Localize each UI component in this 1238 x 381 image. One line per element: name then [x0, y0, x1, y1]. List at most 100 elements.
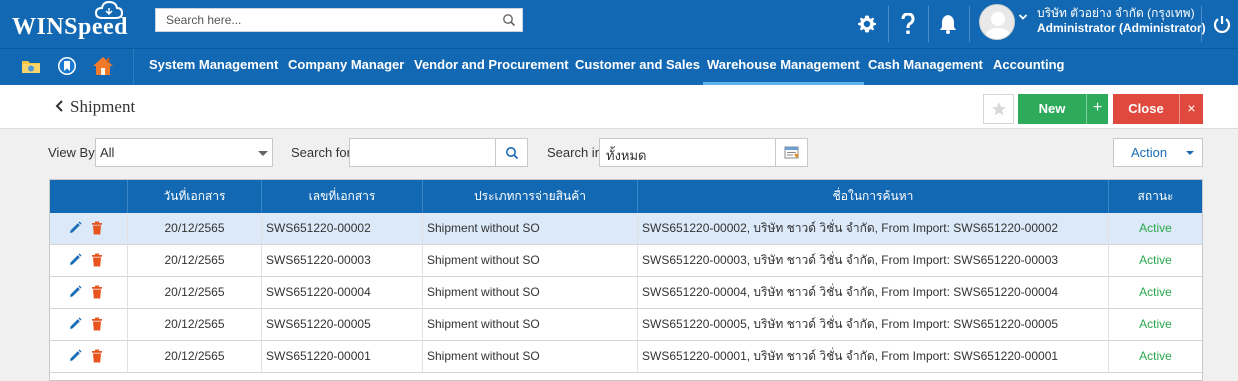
view-by-select[interactable]: All: [95, 138, 273, 167]
global-search-input[interactable]: [156, 9, 496, 31]
edit-pencil-icon[interactable]: [68, 253, 82, 267]
cell-search-name: SWS651220-00004, บริษัท ชาวด์ วิชั่น จำก…: [638, 277, 1109, 308]
column-header-status[interactable]: สถานะ: [1109, 180, 1202, 213]
cell-doc-no: SWS651220-00003: [262, 245, 423, 276]
search-in-picker-button[interactable]: [775, 138, 808, 167]
nav-company-manager[interactable]: Company Manager: [288, 49, 404, 85]
cell-type: Shipment without SO: [423, 245, 638, 276]
table-header: วันที่เอกสาร เลขที่เอกสาร ประเภทการจ่ายส…: [50, 180, 1202, 213]
content-area: View By All Search for Search in ทั้งหมด…: [0, 129, 1238, 381]
close-button[interactable]: Close: [1113, 94, 1179, 124]
action-label: Action: [1131, 145, 1168, 160]
search-icon: [505, 146, 518, 159]
edit-pencil-icon[interactable]: [68, 285, 82, 299]
table-row[interactable]: 20/12/2565 SWS651220-00001 Shipment withou…: [50, 341, 1202, 373]
column-header-date[interactable]: วันที่เอกสาร: [128, 180, 262, 213]
home-icon[interactable]: [92, 55, 114, 77]
settings-button[interactable]: [846, 0, 888, 48]
help-button[interactable]: [887, 0, 929, 48]
page-header: Shipment New + Close ×: [0, 85, 1238, 129]
nav-vendor-and-procurement[interactable]: Vendor and Procurement: [414, 49, 569, 85]
cell-doc-no: SWS651220-00001: [262, 341, 423, 372]
cell-type: Shipment without SO: [423, 277, 638, 308]
delete-trash-icon[interactable]: [90, 253, 104, 267]
cell-status: Active: [1139, 349, 1172, 363]
winspeed-logo[interactable]: WINSpeed: [12, 0, 137, 44]
action-dropdown[interactable]: Action: [1113, 138, 1203, 167]
gear-icon: [858, 15, 876, 33]
nav-warehouse-management[interactable]: Warehouse Management: [703, 49, 864, 85]
edit-pencil-icon[interactable]: [68, 221, 82, 235]
divider: [1201, 6, 1202, 42]
search-icon[interactable]: [502, 13, 516, 27]
chevron-down-icon[interactable]: [1018, 12, 1028, 22]
column-header-type[interactable]: ประเภทการจ่ายสินค้า: [423, 180, 638, 213]
cell-search-name: SWS651220-00001, บริษัท ชาวด์ วิชั่น จำก…: [638, 341, 1109, 372]
list-picker-icon: [784, 146, 799, 158]
edit-pencil-icon[interactable]: [68, 349, 82, 363]
table-row[interactable]: 20/12/2565 SWS651220-00004 Shipment withou…: [50, 277, 1202, 309]
close-x-button[interactable]: ×: [1179, 94, 1203, 124]
cell-date: 20/12/2565: [128, 245, 262, 276]
search-in-label: Search in: [547, 145, 602, 160]
cell-date: 20/12/2565: [128, 277, 262, 308]
delete-trash-icon[interactable]: [90, 349, 104, 363]
cell-actions: [50, 341, 128, 372]
search-in-field[interactable]: ทั้งหมด: [599, 138, 776, 167]
power-icon: [1213, 16, 1230, 33]
cell-actions: [50, 245, 128, 276]
back-chevron-icon[interactable]: [54, 99, 66, 113]
edit-pencil-icon[interactable]: [68, 317, 82, 331]
main-nav: System Management Company Manager Vendor…: [0, 48, 1238, 86]
bell-icon: [940, 15, 956, 34]
cell-search-name: SWS651220-00002, บริษัท ชาวด์ วิชั่น จำก…: [638, 213, 1109, 244]
table-row[interactable]: 20/12/2565 SWS651220-00002 Shipment withou…: [50, 213, 1202, 245]
notifications-button[interactable]: [927, 0, 969, 48]
favorite-button[interactable]: [983, 94, 1014, 124]
cell-date: 20/12/2565: [128, 309, 262, 340]
logout-button[interactable]: [1205, 0, 1238, 48]
user-role: Administrator (Administrator): [1037, 21, 1206, 35]
new-plus-button[interactable]: +: [1086, 94, 1108, 124]
search-for-button[interactable]: [495, 138, 528, 167]
cell-type: Shipment without SO: [423, 341, 638, 372]
table-row[interactable]: 20/12/2565 SWS651220-00005 Shipment withou…: [50, 309, 1202, 341]
divider: [969, 6, 970, 42]
folder-icon[interactable]: [20, 55, 42, 77]
cell-doc-no: SWS651220-00004: [262, 277, 423, 308]
user-silhouette-icon: [984, 12, 1012, 39]
question-icon: [901, 13, 915, 34]
delete-trash-icon[interactable]: [90, 317, 104, 331]
avatar[interactable]: [979, 4, 1015, 40]
search-for-input[interactable]: [349, 138, 496, 167]
cell-type: Shipment without SO: [423, 213, 638, 244]
cell-actions: [50, 213, 128, 244]
bookmark-icon[interactable]: [56, 55, 78, 77]
cell-type: Shipment without SO: [423, 309, 638, 340]
cell-date: 20/12/2565: [128, 213, 262, 244]
page-title: Shipment: [70, 97, 136, 116]
cell-search-name: SWS651220-00005, บริษัท ชาวด์ วิชั่น จำก…: [638, 309, 1109, 340]
column-header-search-name[interactable]: ชื่อในการค้นหา: [638, 180, 1109, 213]
nav-cash-management[interactable]: Cash Management: [868, 49, 983, 85]
delete-trash-icon[interactable]: [90, 285, 104, 299]
nav-system-management[interactable]: System Management: [149, 49, 278, 85]
delete-trash-icon[interactable]: [90, 221, 104, 235]
cell-search-name: SWS651220-00003, บริษัท ชาวด์ วิชั่น จำก…: [638, 245, 1109, 276]
caret-down-icon: [1186, 151, 1194, 155]
nav-accounting[interactable]: Accounting: [993, 49, 1065, 85]
star-icon: [991, 102, 1006, 116]
cell-status: Active: [1139, 221, 1172, 235]
search-for-label: Search for: [291, 145, 351, 160]
divider: [133, 49, 134, 86]
table-row[interactable]: 20/12/2565 SWS651220-00003 Shipment withou…: [50, 245, 1202, 277]
cell-doc-no: SWS651220-00002: [262, 213, 423, 244]
cell-actions: [50, 309, 128, 340]
column-header-doc-no[interactable]: เลขที่เอกสาร: [262, 180, 423, 213]
view-by-value: All: [100, 145, 115, 160]
nav-customer-and-sales[interactable]: Customer and Sales: [575, 49, 700, 85]
new-button[interactable]: New: [1018, 94, 1086, 124]
caret-down-icon: [258, 151, 268, 156]
cell-date: 20/12/2565: [128, 341, 262, 372]
cell-status: Active: [1139, 317, 1172, 331]
